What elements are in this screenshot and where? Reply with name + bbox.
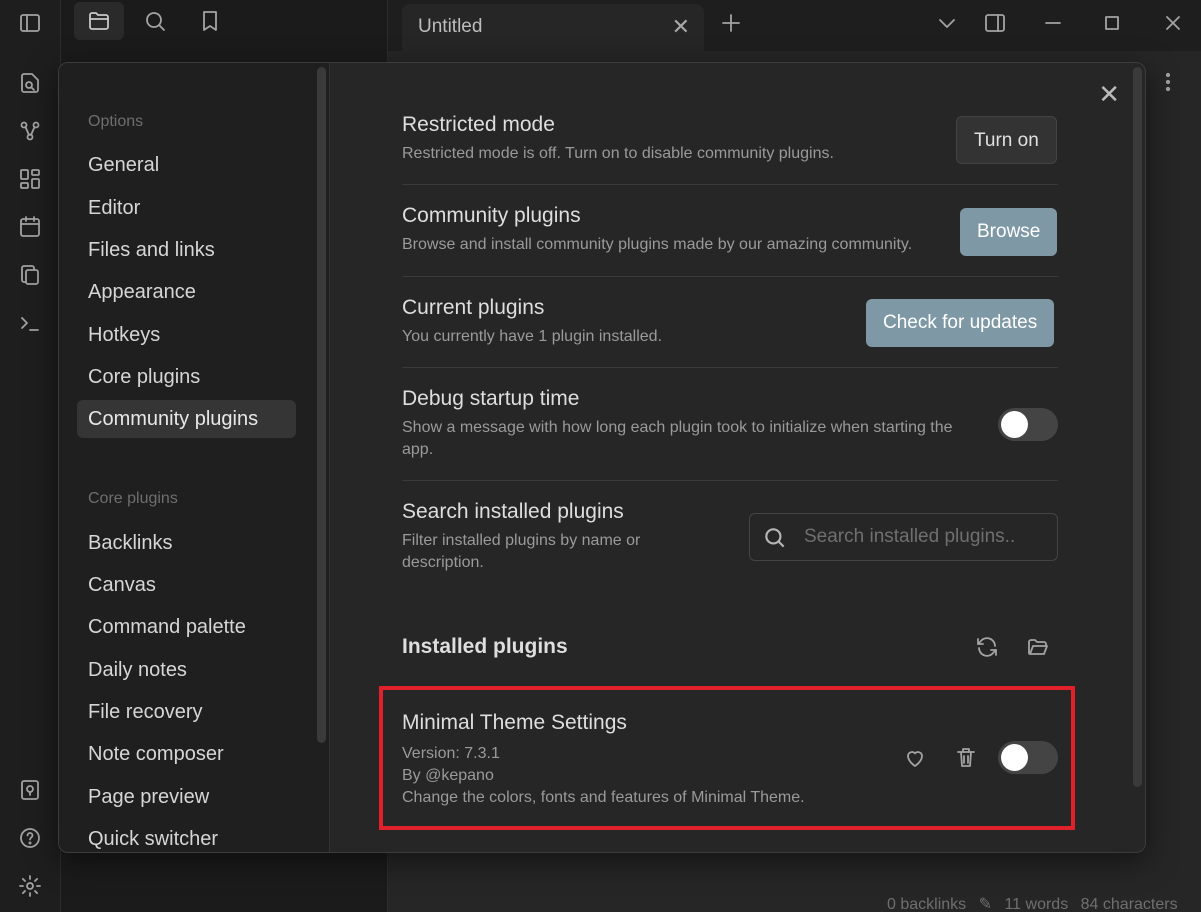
divider [402,184,1058,185]
browse-button[interactable]: Browse [960,208,1058,256]
plugin-author: By @kepano [402,767,494,784]
chevron-down-icon[interactable] [934,10,960,36]
settings-sidebar: Options General Editor Files and links A… [59,63,330,852]
sidebar-item-community-plugins[interactable]: Community plugins [77,400,296,438]
sidebar-item-daily-notes[interactable]: Daily notes [77,651,296,689]
window-close-icon[interactable] [1160,10,1186,36]
content-scrollbar[interactable] [1133,67,1142,787]
check-for-updates-button[interactable]: Check for updates [866,299,1055,347]
sidebar-item-command-palette[interactable]: Command palette [77,608,296,646]
folder-icon[interactable] [86,8,112,34]
canvas-icon[interactable] [17,166,43,192]
open-folder-icon[interactable] [1024,633,1052,661]
sidebar-item-general[interactable]: General [77,146,296,184]
sidebar-item-files-and-links[interactable]: Files and links [77,231,296,269]
plugin-enable-toggle[interactable] [998,741,1058,774]
sidebar-item-hotkeys[interactable]: Hotkeys [77,316,296,354]
reload-icon[interactable] [973,633,1001,661]
vault-icon[interactable] [17,777,43,803]
character-count: 84 characters [1080,896,1178,912]
word-count: 11 words [1004,896,1069,912]
settings-gear-icon[interactable] [17,873,43,899]
plugin-version: Version: 7.3.1 [402,745,500,762]
more-options-icon[interactable] [1155,69,1181,95]
divider [402,276,1058,277]
core-plugins-header: Core plugins [88,490,178,507]
sidebar-item-canvas[interactable]: Canvas [77,566,296,604]
backlinks-count[interactable]: 0 backlinks [887,896,966,912]
description-line: Show a message with how long each plugin… [402,419,953,436]
sidebar-item-backlinks[interactable]: Backlinks [77,524,296,562]
sidebar-item-core-plugins[interactable]: Core plugins [77,358,296,396]
plugin-search-box [749,513,1058,561]
maximize-icon[interactable] [1099,10,1125,36]
bookmark-icon[interactable] [197,8,223,34]
status-bar: 0 backlinks ✎ 11 words 84 characters [887,894,1178,912]
sidebar-item-note-composer[interactable]: Note composer [77,735,296,773]
left-ribbon [0,0,61,912]
setting-description: Show a message with how long each plugin… [402,417,992,461]
tab-close-icon[interactable]: ✕ [672,14,690,40]
tab-untitled[interactable]: Untitled ✕ [402,4,704,51]
sidebar-item-editor[interactable]: Editor [77,189,296,227]
toggle-knob [1001,744,1028,771]
modal-close-icon[interactable]: ✕ [1098,79,1120,110]
trash-icon[interactable] [952,744,980,772]
divider [402,367,1058,368]
debug-startup-toggle[interactable] [998,408,1058,441]
pencil-icon[interactable]: ✎ [979,896,992,912]
sidebar-toggle-icon[interactable] [17,10,43,36]
file-search-icon[interactable] [17,70,43,96]
tab-title: Untitled [418,16,483,37]
copy-icon[interactable] [17,262,43,288]
sidebar-item-appearance[interactable]: Appearance [77,273,296,311]
description-line: app. [402,441,434,458]
plugin-search-input[interactable] [804,514,1049,560]
sidebar-item-quick-switcher[interactable]: Quick switcher [77,820,296,852]
search-icon[interactable] [142,8,168,34]
sidebar-scrollbar[interactable] [317,67,326,743]
turn-on-button[interactable]: Turn on [956,116,1057,164]
installed-plugins-heading: Installed plugins [402,635,568,658]
heart-icon[interactable] [901,744,929,772]
toggle-knob [1001,411,1028,438]
setting-name: Debug startup time [402,387,580,410]
sidebar-item-page-preview[interactable]: Page preview [77,778,296,816]
new-tab-icon[interactable] [718,10,744,36]
calendar-icon[interactable] [17,214,43,240]
settings-modal: Options General Editor Files and links A… [58,62,1146,853]
options-header: Options [88,113,144,130]
sidebar-item-file-recovery[interactable]: File recovery [77,693,296,731]
divider [402,480,1058,481]
search-icon [762,525,788,556]
plugin-description: Change the colors, fonts and features of… [402,789,805,806]
setting-debug-startup-time: Debug startup time Show a message with h… [402,387,1058,461]
terminal-icon[interactable] [17,310,43,336]
minimize-icon[interactable] [1040,10,1066,36]
plugin-name: Minimal Theme Settings [402,711,627,734]
graph-icon[interactable] [17,118,43,144]
help-icon[interactable] [17,825,43,851]
right-sidebar-icon[interactable] [982,10,1008,36]
